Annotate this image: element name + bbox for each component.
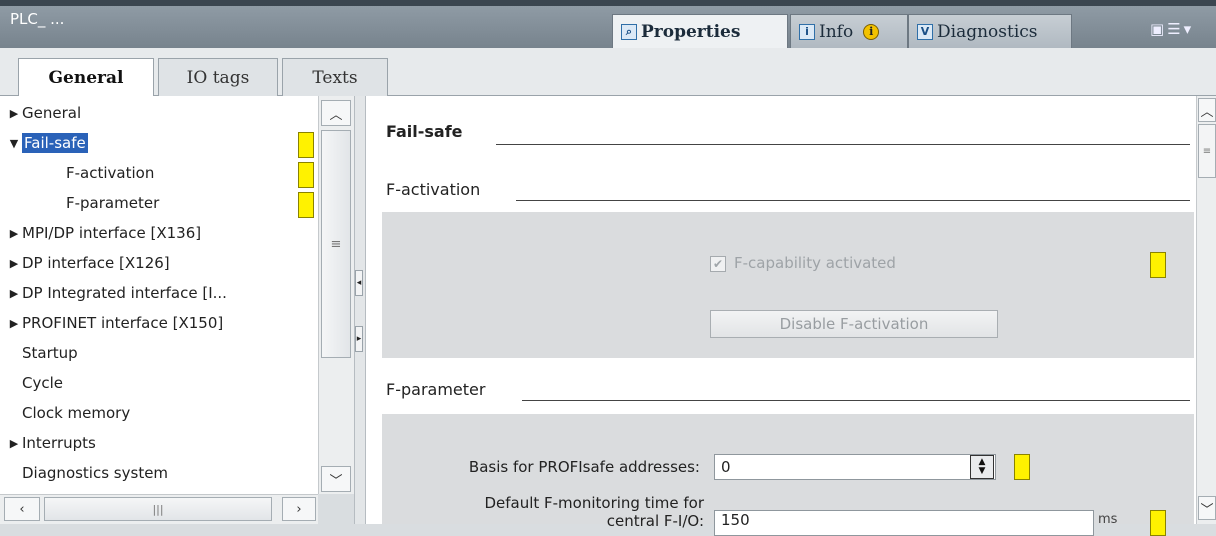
monitoring-time-input[interactable]: 150	[714, 510, 1094, 536]
tree-item-general[interactable]: ▶ General	[6, 98, 81, 128]
content-scroll-thumb[interactable]: ≡	[1198, 124, 1216, 178]
tree-item-profinet-interface[interactable]: ▶ PROFINET interface [X150]	[6, 308, 223, 338]
tree-item-dp-integrated-interface[interactable]: ▶ DP Integrated interface [I...	[6, 278, 227, 308]
section-title-f-parameter: F-parameter	[386, 380, 486, 399]
expand-arrow-icon[interactable]: ▶	[6, 107, 22, 120]
window-controls[interactable]: ▣☰▾	[1150, 20, 1194, 38]
panel-title: PLC_ ...	[10, 10, 65, 28]
tree-item-label: MPI/DP interface [X136]	[22, 224, 202, 242]
tree-item-label: Interrupts	[22, 434, 96, 452]
scroll-left-icon[interactable]: ‹	[4, 497, 40, 521]
f-capability-label: F-capability activated	[734, 254, 896, 272]
tree-item-mpi-dp-interface[interactable]: ▶ MPI/DP interface [X136]	[6, 218, 201, 248]
monitoring-time-label: Default F-monitoring time for central F-…	[400, 494, 704, 530]
navigation-tree: ▶ General ▼ Fail-safe F-activation F-param…	[0, 96, 318, 494]
expand-arrow-icon[interactable]: ▶	[6, 437, 22, 450]
tree-scroll-thumb[interactable]: ≡	[321, 130, 351, 358]
monitoring-time-value: 150	[721, 511, 750, 529]
subtab-texts[interactable]: Texts	[282, 58, 388, 96]
tree-item-diagnostics-system[interactable]: Diagnostics system	[22, 458, 168, 488]
tree-item-fail-safe[interactable]: ▼ Fail-safe	[6, 128, 89, 158]
collapse-left-icon[interactable]: ◂	[355, 270, 363, 296]
section-divider	[522, 400, 1190, 401]
tree-item-interrupts[interactable]: ▶ Interrupts	[6, 428, 96, 458]
basis-profisafe-label: Basis for PROFIsafe addresses:	[468, 458, 700, 476]
tab-diagnostics-label: Diagnostics	[937, 21, 1038, 42]
tree-item-cycle[interactable]: Cycle	[22, 368, 63, 398]
tree-item-clock-memory[interactable]: Clock memory	[22, 398, 130, 428]
basis-profisafe-input[interactable]: 0	[714, 454, 996, 480]
subtab-io-tags[interactable]: IO tags	[158, 58, 278, 96]
tree-item-label: Cycle	[22, 374, 63, 392]
monitoring-time-label-line1: Default F-monitoring time for	[484, 494, 704, 512]
content-scroll-down-icon[interactable]: ﹀	[1198, 496, 1216, 520]
tree-item-label: DP interface [X126]	[22, 254, 170, 272]
expand-arrow-icon[interactable]: ▶	[6, 317, 22, 330]
float-window-icon[interactable]: ▣	[1150, 20, 1167, 38]
scroll-right-icon[interactable]: ›	[282, 497, 316, 521]
monitoring-time-marker	[1150, 510, 1166, 536]
tree-item-f-activation[interactable]: F-activation	[66, 158, 154, 188]
section-divider	[516, 200, 1190, 201]
disable-f-activation-button[interactable]: Disable F-activation	[710, 310, 998, 338]
scroll-up-icon[interactable]: ︿	[321, 100, 351, 126]
f-activation-marker	[298, 162, 314, 188]
f-parameter-marker	[298, 192, 314, 218]
section-divider	[496, 144, 1190, 145]
tree-item-label: PROFINET interface [X150]	[22, 314, 224, 332]
f-capability-marker	[1150, 252, 1166, 278]
tab-info-label: Info	[819, 21, 854, 42]
chevron-down-icon[interactable]: ▾	[1184, 20, 1195, 38]
section-title-fail-safe: Fail-safe	[386, 122, 463, 141]
tree-item-label: Fail-safe	[21, 132, 89, 154]
tab-properties-label: Properties	[641, 21, 741, 42]
tree-item-label: Diagnostics system	[22, 464, 169, 482]
panel-splitter[interactable]	[354, 96, 366, 524]
tree-item-label: Startup	[22, 344, 78, 362]
tree-item-startup[interactable]: Startup	[22, 338, 78, 368]
expand-arrow-icon[interactable]: ▶	[6, 257, 22, 270]
tree-item-label: F-activation	[66, 164, 155, 182]
monitoring-time-label-line2: central F-I/O:	[606, 512, 704, 530]
scroll-down-icon[interactable]: ﹀	[321, 466, 351, 492]
diagnostics-icon: V	[917, 23, 933, 40]
f-capability-checkbox[interactable]: ✔	[710, 256, 726, 272]
info-badge-icon: i	[863, 23, 880, 40]
collapse-arrow-icon[interactable]: ▼	[6, 137, 22, 150]
section-title-f-activation: F-activation	[386, 180, 481, 199]
tree-item-label: DP Integrated interface [I...	[22, 284, 227, 302]
tree-item-label: General	[22, 104, 82, 122]
content-scroll-up-icon[interactable]: ︿	[1198, 98, 1216, 122]
tree-hscroll-thumb[interactable]: |||	[44, 497, 272, 521]
expand-arrow-icon[interactable]: ▶	[6, 227, 22, 240]
info-icon: i	[799, 23, 815, 40]
tab-diagnostics[interactable]: V Diagnostics	[908, 14, 1072, 48]
basis-marker	[1014, 454, 1030, 480]
tab-info[interactable]: i Info i	[790, 14, 908, 48]
monitoring-time-unit: ms	[1098, 512, 1118, 527]
expand-right-icon[interactable]: ▸	[355, 326, 363, 352]
menu-icon[interactable]: ☰	[1167, 20, 1183, 38]
expand-arrow-icon[interactable]: ▶	[6, 287, 22, 300]
tree-item-label: Clock memory	[22, 404, 131, 422]
basis-spinner-icon[interactable]: ▲ ▼	[970, 455, 994, 479]
tab-properties[interactable]: ⌕ Properties	[612, 14, 788, 48]
tree-item-label: F-parameter	[66, 194, 160, 212]
subtab-general[interactable]: General	[18, 58, 154, 97]
properties-icon: ⌕	[621, 23, 637, 40]
fail-safe-marker	[298, 132, 314, 158]
tree-item-dp-interface[interactable]: ▶ DP interface [X126]	[6, 248, 170, 278]
tree-item-f-parameter[interactable]: F-parameter	[66, 188, 159, 218]
